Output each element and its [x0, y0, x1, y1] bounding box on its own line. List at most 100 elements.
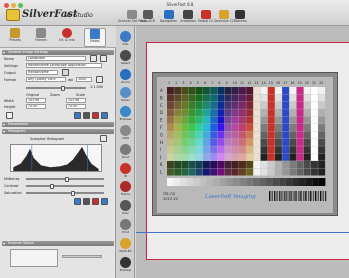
dpi-field[interactable]: 3000 — [76, 77, 92, 82]
output-select[interactable]: Monochrome — [26, 70, 58, 75]
tool-print[interactable]: Print — [117, 218, 134, 236]
histogram-menu-icon[interactable] — [100, 135, 107, 142]
target-color-patch — [167, 94, 174, 102]
tab-info[interactable]: Inf. & Info — [56, 28, 78, 47]
tool-label: Print — [122, 230, 129, 234]
midtones-slider-knob[interactable] — [65, 177, 69, 182]
ratio-slider[interactable] — [26, 86, 86, 91]
target-column-label: 6 — [204, 81, 206, 85]
tab-frames-label: Frames — [35, 38, 47, 42]
silverfast-logo-icon — [6, 9, 20, 21]
toolbar-button-selective-cc[interactable]: Selective CC — [214, 10, 234, 24]
section-general-header[interactable]: General Image Settings — [2, 50, 114, 55]
histogram-reset-icon[interactable] — [92, 198, 99, 205]
tool-picker[interactable]: Picker — [117, 86, 134, 104]
target-color-patch — [188, 153, 196, 161]
target-color-patch — [303, 109, 311, 117]
name-field[interactable]: Landscape — [26, 56, 86, 61]
saturation-slider[interactable] — [26, 191, 104, 196]
target-color-patch — [303, 168, 311, 176]
section-dimensions-header[interactable]: Dimensions — [2, 122, 114, 127]
scanner-status-display — [10, 249, 58, 267]
height-scaled-field[interactable]: 75.00 — [66, 104, 86, 109]
link-icon[interactable] — [6, 112, 13, 119]
contrast-slider-knob[interactable] — [50, 184, 54, 189]
target-color-patch — [296, 131, 304, 139]
target-color-patch — [311, 138, 318, 146]
height-original-field[interactable]: 75.00 — [26, 104, 46, 109]
output-option-icon[interactable] — [62, 69, 69, 76]
tool-select[interactable]: Select — [117, 49, 134, 67]
presets-icon — [10, 28, 20, 38]
tool-scan[interactable]: Scan — [117, 199, 134, 217]
target-color-patch — [188, 138, 196, 146]
midtones-label: Midtones — [4, 177, 20, 181]
width-scaled-field[interactable]: 103.96 — [66, 98, 86, 103]
close-window-icon[interactable] — [4, 3, 9, 8]
lock-icon[interactable] — [83, 112, 90, 119]
saturation-slider-knob[interactable] — [71, 191, 75, 196]
tool-multi-ex[interactable]: Multi-Ex — [117, 237, 134, 255]
midtones-slider[interactable] — [26, 177, 104, 182]
histogram-save-icon[interactable] — [74, 198, 81, 205]
format-select[interactable]: Any Quality 1600 — [26, 77, 66, 82]
contrast-slider[interactable] — [26, 184, 104, 189]
target-color-patch — [318, 116, 326, 124]
histogram-lock-icon[interactable] — [83, 198, 90, 205]
target-color-patch — [231, 161, 239, 169]
save-settings-icon[interactable] — [74, 112, 81, 119]
target-color-patch — [195, 168, 203, 176]
toolbar-button-navigation[interactable]: Navigation — [160, 10, 177, 24]
tool-label: IR — [124, 173, 127, 178]
section-scanner-header[interactable]: Scanner Status — [2, 241, 114, 246]
minimize-window-icon[interactable] — [11, 3, 16, 8]
toolbar-button-global-cc[interactable]: Global CC — [198, 10, 214, 24]
target-column-label: 16 — [276, 81, 280, 85]
tool-frame[interactable]: Frame — [117, 180, 134, 198]
target-color-patch — [282, 138, 290, 146]
toolbar-button-gradation[interactable]: Gradation — [180, 10, 196, 24]
toolbar-button-batch[interactable]: Batches — [234, 10, 247, 24]
histogram-chart — [10, 144, 102, 172]
name-menu-icon[interactable] — [90, 55, 97, 62]
preview-tool-icon — [120, 106, 131, 118]
target-color-patch — [282, 161, 290, 169]
target-color-patch — [224, 161, 232, 169]
tab-presets[interactable]: Presets — [4, 28, 26, 47]
target-color-patch — [253, 131, 261, 139]
settings-select[interactable]: Monochrome Landscape Application — [26, 63, 102, 68]
name-add-icon[interactable] — [100, 55, 107, 62]
target-gray-step — [173, 178, 181, 186]
tool-label: Preview — [119, 267, 132, 272]
zoom-window-icon[interactable] — [18, 3, 23, 8]
tool-zoom[interactable]: Zoom — [117, 68, 134, 86]
target-color-patch — [217, 109, 225, 117]
scan-tool-icon — [120, 200, 131, 212]
tool-preview2[interactable]: Preview — [117, 256, 134, 274]
width-original-field[interactable]: 103.96 — [26, 98, 46, 103]
target-color-patch — [224, 101, 232, 109]
tab-notes[interactable]: Notes — [84, 28, 106, 47]
section-histogram-header[interactable]: Histogram — [2, 129, 114, 134]
target-color-patch — [203, 124, 210, 132]
target-color-patch — [239, 161, 246, 169]
target-color-patch — [224, 124, 232, 132]
target-color-patch — [217, 138, 225, 146]
dpi-menu-icon[interactable] — [96, 76, 103, 83]
tool-ir[interactable]: IR — [117, 162, 134, 180]
info-settings-icon[interactable] — [101, 112, 108, 119]
tool-info[interactable]: Info — [117, 30, 134, 48]
tool-usm[interactable]: USM — [117, 124, 134, 142]
tool-dust[interactable]: Dust — [117, 143, 134, 161]
target-column-label: 20 — [305, 81, 309, 85]
tab-notes-label: Notes — [90, 39, 100, 43]
toolbar-button-auto[interactable]: Auto-ACR — [140, 10, 155, 24]
tool-preview[interactable]: Preview — [117, 105, 134, 123]
target-color-patch — [253, 161, 261, 169]
histogram-info-icon[interactable] — [101, 198, 108, 205]
ratio-slider-knob[interactable] — [61, 86, 65, 91]
tab-frames[interactable]: Frames — [30, 28, 52, 47]
target-color-patch — [231, 131, 239, 139]
target-color-patch — [253, 138, 261, 146]
reset-icon[interactable] — [92, 112, 99, 119]
